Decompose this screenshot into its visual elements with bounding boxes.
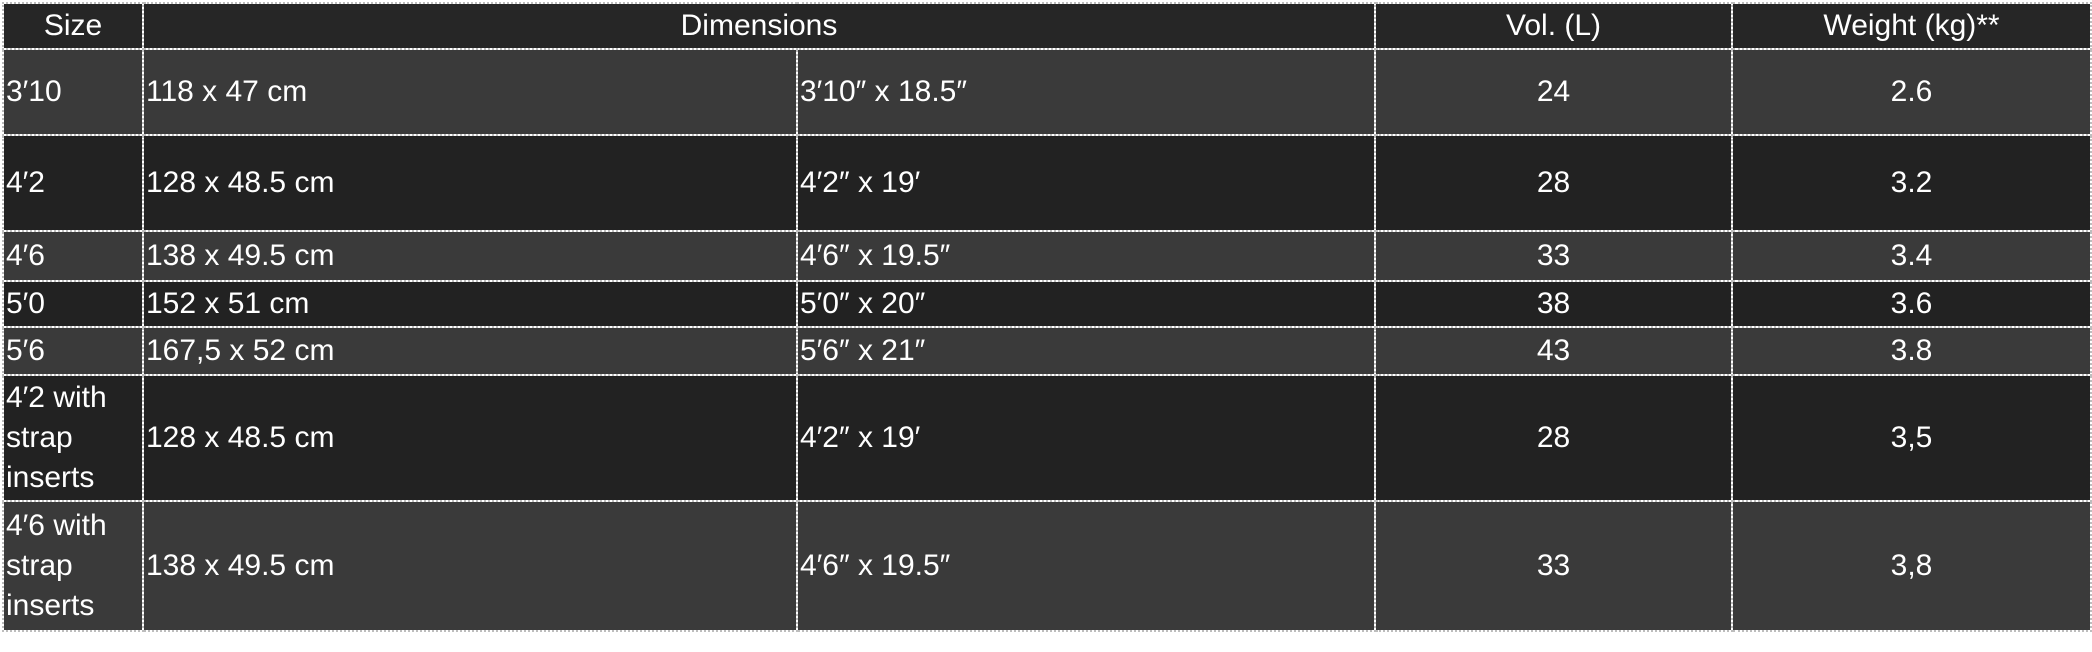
- weight-cell: 3.8: [1731, 326, 2092, 376]
- weight-cell: 2.6: [1731, 48, 2092, 136]
- imperial-dimensions-cell: 4′2″ x 19′: [795, 134, 1377, 232]
- metric-dimensions-cell: 152 x 51 cm: [142, 280, 798, 328]
- size-cell: 4′6 with strap inserts: [2, 500, 144, 632]
- header-weight: Weight (kg)**: [1731, 2, 2092, 50]
- header-row: Size Dimensions Vol. (L) Weight (kg)**: [2, 2, 2092, 50]
- volume-cell: 24: [1374, 48, 1734, 136]
- header-volume: Vol. (L): [1374, 2, 1734, 50]
- weight-cell: 3.6: [1731, 280, 2092, 328]
- table-row: 3′10 118 x 47 cm 3′10″ x 18.5″ 24 2.6: [2, 48, 2092, 136]
- size-cell: 5′6: [2, 326, 144, 376]
- table-row: 5′0 152 x 51 cm 5′0″ x 20″ 38 3.6: [2, 280, 2092, 328]
- metric-dimensions-cell: 138 x 49.5 cm: [142, 500, 798, 632]
- size-cell: 4′2 with strap inserts: [2, 374, 144, 502]
- table-row: 5′6 167,5 x 52 cm 5′6″ x 21″ 43 3.8: [2, 326, 2092, 376]
- imperial-dimensions-cell: 4′2″ x 19′: [795, 374, 1377, 502]
- header-dimensions: Dimensions: [141, 2, 1377, 50]
- size-cell: 5′0: [2, 280, 144, 328]
- weight-cell: 3.2: [1731, 134, 2092, 232]
- volume-cell: 38: [1374, 280, 1734, 328]
- size-chart-table: Size Dimensions Vol. (L) Weight (kg)** 3…: [2, 2, 2092, 632]
- imperial-dimensions-cell: 4′6″ x 19.5″: [795, 500, 1377, 632]
- table-row: 4′6 with strap inserts 138 x 49.5 cm 4′6…: [2, 500, 2092, 632]
- metric-dimensions-cell: 128 x 48.5 cm: [142, 374, 798, 502]
- metric-dimensions-cell: 128 x 48.5 cm: [142, 134, 798, 232]
- size-cell: 4′6: [2, 230, 144, 282]
- volume-cell: 28: [1374, 134, 1734, 232]
- imperial-dimensions-cell: 5′6″ x 21″: [795, 326, 1377, 376]
- weight-cell: 3.4: [1731, 230, 2092, 282]
- imperial-dimensions-cell: 3′10″ x 18.5″: [795, 48, 1377, 136]
- weight-cell: 3,5: [1731, 374, 2092, 502]
- imperial-dimensions-cell: 4′6″ x 19.5″: [795, 230, 1377, 282]
- volume-cell: 33: [1374, 500, 1734, 632]
- table-row: 4′2 128 x 48.5 cm 4′2″ x 19′ 28 3.2: [2, 134, 2092, 232]
- table-row: 4′6 138 x 49.5 cm 4′6″ x 19.5″ 33 3.4: [2, 230, 2092, 282]
- table-row: 4′2 with strap inserts 128 x 48.5 cm 4′2…: [2, 374, 2092, 502]
- imperial-dimensions-cell: 5′0″ x 20″: [795, 280, 1377, 328]
- header-size: Size: [2, 2, 144, 50]
- volume-cell: 43: [1374, 326, 1734, 376]
- metric-dimensions-cell: 118 x 47 cm: [142, 48, 798, 136]
- volume-cell: 28: [1374, 374, 1734, 502]
- size-cell: 3′10: [2, 48, 144, 136]
- metric-dimensions-cell: 167,5 x 52 cm: [142, 326, 798, 376]
- metric-dimensions-cell: 138 x 49.5 cm: [142, 230, 798, 282]
- weight-cell: 3,8: [1731, 500, 2092, 632]
- volume-cell: 33: [1374, 230, 1734, 282]
- size-cell: 4′2: [2, 134, 144, 232]
